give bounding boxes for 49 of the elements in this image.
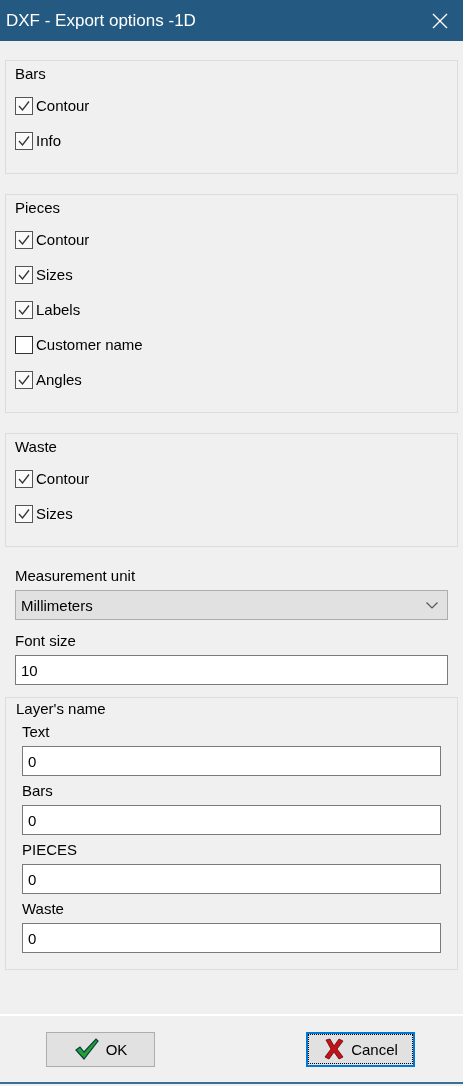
layer-name-field[interactable]: 0 [22,864,441,894]
cancel-button[interactable]: Cancel [306,1031,415,1067]
checkbox[interactable] [15,370,33,389]
group-title: Pieces [15,199,62,216]
unit-dropdown[interactable]: Millimeters [15,590,448,620]
checkbox-label: Sizes [36,505,73,522]
layer-name-field[interactable]: 0 [22,805,441,835]
checkmark-icon [73,1038,100,1060]
checkbox-label: Customer name [36,336,143,353]
check-icon [17,506,31,521]
close-icon [431,11,449,30]
checkbox-label: Sizes [36,266,73,283]
checkbox[interactable] [15,335,33,354]
field-label: Bars [22,782,54,800]
checkbox[interactable] [15,265,33,284]
group-title: Layer's name [16,700,107,717]
field-label: PIECES [22,841,79,859]
checkbox[interactable] [15,504,33,523]
ok-button[interactable]: OK [46,1031,155,1067]
check-icon [17,98,31,113]
check-icon [17,133,31,148]
group-title: Waste [15,438,58,455]
field-label: Measurement unit [15,567,137,585]
group-title: Bars [15,65,47,82]
check-icon [17,232,31,247]
field-label: Text [22,723,51,741]
checkbox-label: Contour [36,231,90,248]
checkbox-label: Labels [36,301,81,318]
checkbox[interactable] [15,131,33,150]
checkbox[interactable] [15,300,33,319]
layer-name-field[interactable]: 0 [22,746,441,776]
cross-icon [323,1038,346,1060]
checkbox-label: Contour [36,97,90,114]
check-icon [17,471,31,486]
field-label: Font size [15,632,77,650]
checkbox-label: Info [36,132,62,149]
checkbox[interactable] [15,96,33,115]
checkbox-label: Angles [36,371,82,388]
check-icon [17,267,31,282]
font-size-field[interactable]: 10 [15,655,448,685]
check-icon [17,372,31,387]
chevron-down-icon [425,600,439,610]
checkbox[interactable] [15,469,33,488]
window-title: DXF - Export options -1D [6,10,196,31]
layer-name-field[interactable]: 0 [22,923,441,953]
checkbox[interactable] [15,230,33,249]
checkbox-label: Contour [36,470,90,487]
check-icon [17,302,31,317]
field-label: Waste [22,900,65,918]
